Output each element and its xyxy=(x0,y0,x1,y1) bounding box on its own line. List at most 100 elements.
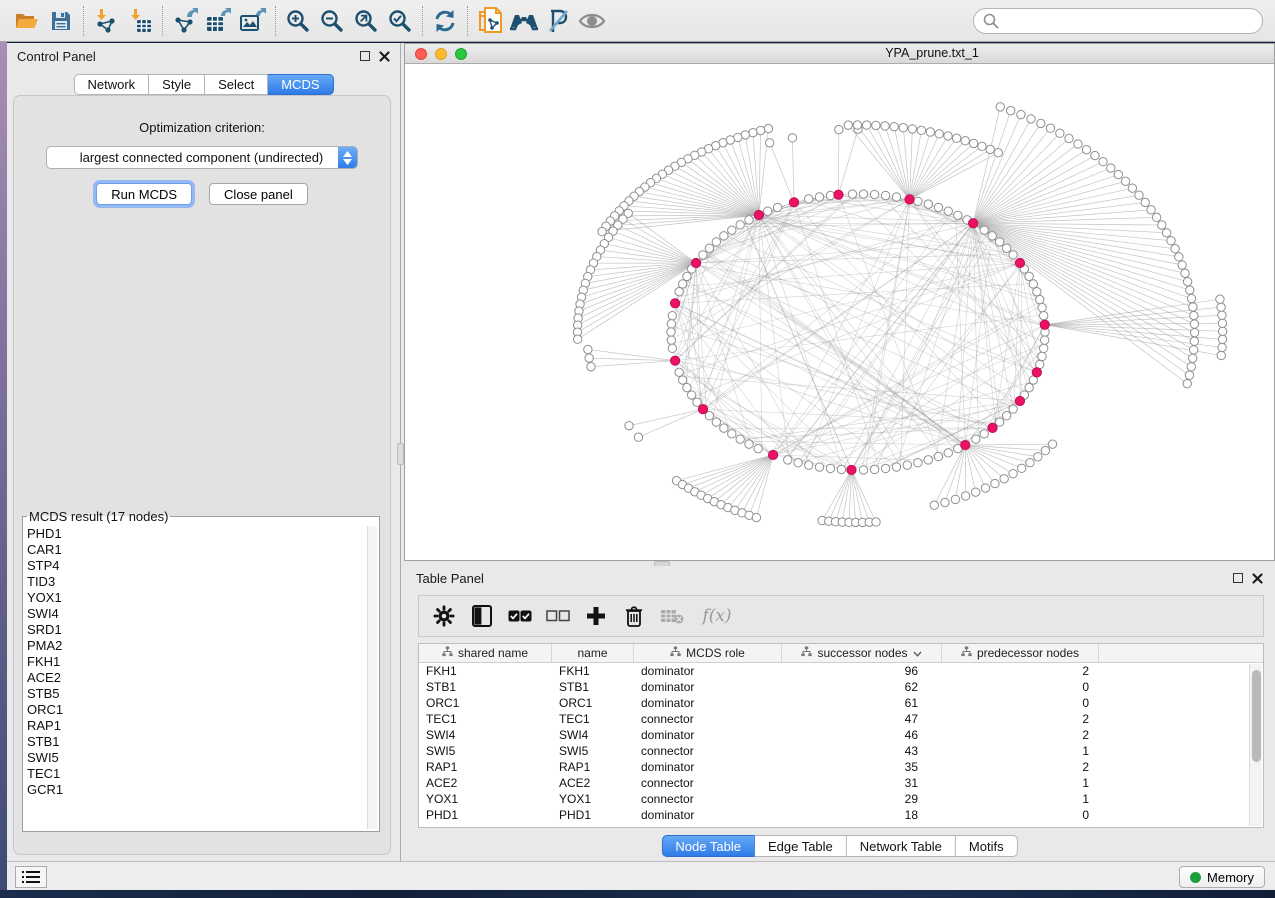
network-node[interactable] xyxy=(683,272,691,280)
network-leaf-node[interactable] xyxy=(587,363,595,371)
save-session-button[interactable] xyxy=(44,5,78,37)
network-leaf-node[interactable] xyxy=(981,484,989,492)
hide-graphics-details-button[interactable] xyxy=(541,5,575,37)
tab-motifs[interactable]: Motifs xyxy=(956,835,1018,857)
network-leaf-node[interactable] xyxy=(944,132,952,140)
network-leaf-node[interactable] xyxy=(1216,295,1224,303)
network-leaf-node[interactable] xyxy=(1027,115,1035,123)
import-network-button[interactable] xyxy=(89,5,123,37)
mcds-result-item[interactable]: ORC1 xyxy=(27,702,365,718)
search-input[interactable] xyxy=(1000,11,1262,31)
mcds-result-item[interactable]: SRD1 xyxy=(27,622,365,638)
network-dominator-node[interactable] xyxy=(1015,396,1024,405)
table-vertical-scrollbar[interactable] xyxy=(1249,664,1262,826)
network-leaf-node[interactable] xyxy=(899,124,907,132)
network-node[interactable] xyxy=(903,461,911,469)
mcds-result-item[interactable]: FKH1 xyxy=(27,654,365,670)
network-leaf-node[interactable] xyxy=(935,130,943,138)
delete-columns-button[interactable] xyxy=(619,601,649,631)
network-node[interactable] xyxy=(914,197,922,205)
network-dominator-node[interactable] xyxy=(961,440,970,449)
network-node[interactable] xyxy=(944,207,952,215)
network-leaf-node[interactable] xyxy=(1056,129,1064,137)
network-leaf-node[interactable] xyxy=(1046,124,1054,132)
network-node[interactable] xyxy=(728,226,736,234)
network-node[interactable] xyxy=(736,435,744,443)
network-leaf-node[interactable] xyxy=(1190,311,1198,319)
network-dominator-node[interactable] xyxy=(789,198,798,207)
network-leaf-node[interactable] xyxy=(1189,354,1197,362)
network-leaf-node[interactable] xyxy=(752,513,760,521)
network-node[interactable] xyxy=(815,193,823,201)
network-leaf-node[interactable] xyxy=(853,121,861,129)
network-leaf-node[interactable] xyxy=(1218,343,1226,351)
network-node[interactable] xyxy=(773,203,781,211)
network-dominator-node[interactable] xyxy=(847,465,856,474)
network-dominator-node[interactable] xyxy=(1040,320,1049,329)
network-leaf-node[interactable] xyxy=(1190,346,1198,354)
mcds-result-item[interactable]: SWI4 xyxy=(27,606,365,622)
network-leaf-node[interactable] xyxy=(1218,327,1226,335)
network-leaf-node[interactable] xyxy=(1167,237,1175,245)
table-row[interactable]: TEC1TEC1connector472 xyxy=(419,711,1263,727)
tab-edge-table[interactable]: Edge Table xyxy=(755,835,847,857)
network-leaf-node[interactable] xyxy=(908,125,916,133)
network-node[interactable] xyxy=(1029,280,1037,288)
float-table-panel-icon[interactable] xyxy=(1233,573,1243,583)
network-node[interactable] xyxy=(764,207,772,215)
network-leaf-node[interactable] xyxy=(862,121,870,129)
network-leaf-node[interactable] xyxy=(1187,363,1195,371)
network-node[interactable] xyxy=(881,464,889,472)
network-leaf-node[interactable] xyxy=(1175,253,1183,261)
network-node[interactable] xyxy=(815,463,823,471)
table-row[interactable]: ORC1ORC1dominator610 xyxy=(419,695,1263,711)
network-node[interactable] xyxy=(892,463,900,471)
network-leaf-node[interactable] xyxy=(1217,303,1225,311)
network-node[interactable] xyxy=(972,435,980,443)
network-leaf-node[interactable] xyxy=(941,498,949,506)
network-canvas-svg[interactable] xyxy=(405,64,1274,561)
network-dominator-node[interactable] xyxy=(698,405,707,414)
network-leaf-node[interactable] xyxy=(584,345,592,353)
network-leaf-node[interactable] xyxy=(844,121,852,129)
export-table-button[interactable] xyxy=(202,5,236,37)
network-dominator-node[interactable] xyxy=(1032,368,1041,377)
network-node[interactable] xyxy=(794,459,802,467)
network-leaf-node[interactable] xyxy=(961,492,969,500)
network-node[interactable] xyxy=(668,311,676,319)
network-node[interactable] xyxy=(1038,352,1046,360)
network-dominator-node[interactable] xyxy=(834,190,843,199)
network-node[interactable] xyxy=(1038,303,1046,311)
network-leaf-node[interactable] xyxy=(1141,198,1149,206)
network-node[interactable] xyxy=(870,465,878,473)
network-leaf-node[interactable] xyxy=(625,421,633,429)
tab-network[interactable]: Network xyxy=(73,74,149,95)
network-node[interactable] xyxy=(736,221,744,229)
network-leaf-node[interactable] xyxy=(1183,379,1191,387)
mcds-result-item[interactable]: GCR1 xyxy=(27,782,365,798)
network-leaf-node[interactable] xyxy=(994,149,1002,157)
network-node[interactable] xyxy=(1009,251,1017,259)
network-node[interactable] xyxy=(667,328,675,336)
network-leaf-node[interactable] xyxy=(1074,140,1082,148)
tab-style[interactable]: Style xyxy=(149,74,205,95)
mcds-result-item[interactable]: TID3 xyxy=(27,574,365,590)
table-scrollbar-thumb[interactable] xyxy=(1252,670,1261,762)
network-leaf-node[interactable] xyxy=(835,125,843,133)
network-node[interactable] xyxy=(745,440,753,448)
network-node[interactable] xyxy=(881,191,889,199)
mcds-result-item[interactable]: STB1 xyxy=(27,734,365,750)
table-row[interactable]: SWI5SWI5connector431 xyxy=(419,743,1263,759)
network-node[interactable] xyxy=(924,456,932,464)
network-leaf-node[interactable] xyxy=(996,103,1004,111)
column-header-successor-nodes[interactable]: successor nodes xyxy=(782,644,942,662)
network-dominator-node[interactable] xyxy=(1015,258,1024,267)
network-leaf-node[interactable] xyxy=(1034,453,1042,461)
table-row[interactable]: YOX1YOX1connector291 xyxy=(419,791,1263,807)
network-leaf-node[interactable] xyxy=(1218,319,1226,327)
network-leaf-node[interactable] xyxy=(1178,261,1186,269)
network-leaf-node[interactable] xyxy=(1107,164,1115,172)
table-row[interactable]: FKH1FKH1dominator962 xyxy=(419,663,1263,679)
network-dominator-node[interactable] xyxy=(670,299,679,308)
sort-caret-icon[interactable] xyxy=(913,646,922,660)
